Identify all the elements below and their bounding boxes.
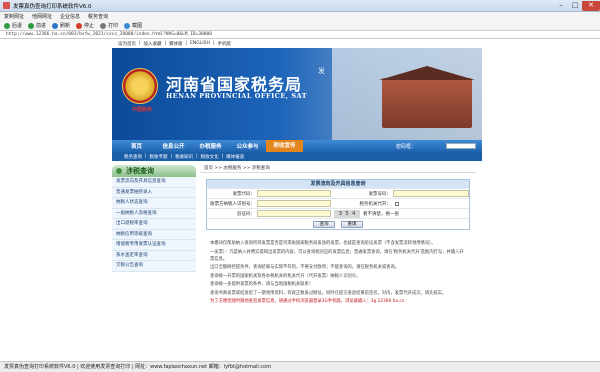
set-homepage-link[interactable]: 设为首页 bbox=[118, 41, 136, 47]
sidebar-item-arrears[interactable]: 欠税公告查询 bbox=[112, 261, 196, 272]
subnav-tax-culture[interactable]: 税收文化 bbox=[201, 154, 219, 160]
stop-button[interactable]: 停止 bbox=[76, 22, 94, 29]
status-bar: 发票真伪查询打印系统软件V6.0 | 欢迎使用发票查询打印 | 网址：www.f… bbox=[0, 361, 600, 372]
separator: | bbox=[212, 41, 215, 46]
top-links: 设为首页 | 加入收藏 | 繁体版 | ENGLISH | 手机版 bbox=[112, 39, 482, 48]
separator: | bbox=[145, 154, 147, 159]
browser-viewport: 设为首页 | 加入收藏 | 繁体版 | ENGLISH | 手机版 中国税务 河… bbox=[0, 39, 600, 361]
emblem-text: 中国税务 bbox=[131, 107, 152, 113]
separator: | bbox=[164, 41, 167, 46]
english-link[interactable]: ENGLISH bbox=[190, 41, 210, 46]
nav-tax-promotion[interactable]: 税收宣传 bbox=[266, 140, 303, 152]
building-image bbox=[382, 78, 472, 128]
invoice-number-label: 发票号码： bbox=[368, 191, 392, 197]
menu-item-tax-query[interactable]: 税务查询 bbox=[88, 13, 108, 20]
separator: | bbox=[139, 41, 141, 46]
menu-item-company-info[interactable]: 企业信息 bbox=[60, 13, 80, 20]
window-title: 发票真伪查询打印系统软件V6.0 bbox=[13, 3, 92, 10]
print-icon bbox=[100, 22, 107, 29]
site-banner: 中国税务 河南省国家税务局 HENAN PROVINCIAL OFFICE, S… bbox=[112, 48, 482, 140]
menu-item-other-url[interactable]: 他网网址 bbox=[32, 13, 52, 20]
sidebar-item-export-rebate[interactable]: 出口退税率查询 bbox=[112, 219, 196, 230]
reset-button[interactable]: 重填 bbox=[341, 220, 363, 228]
address-bar[interactable]: http://www.12366.ha.cn/003/bsfw_2021/cxc… bbox=[0, 31, 600, 39]
sidebar-item-qualification[interactable]: 一般纳税人资格查询 bbox=[112, 208, 196, 219]
note-2: 一发票）：凡是纳入并费实提和出发票的内容，可以查询相对应的发票信息；普通发票查询… bbox=[210, 249, 464, 262]
tax-authority-checkbox[interactable] bbox=[395, 201, 399, 206]
menu-bar: 复制网址 他网网址 企业信息 税务查询 bbox=[0, 12, 600, 21]
breadcrumb: 首页 >> 办税服务 >> 涉税查询 bbox=[200, 165, 476, 173]
note-1: 本模块仅帮助纳入查询所持发票是否是河南省国家税务局发放的发票，也就是查询验证发票… bbox=[210, 241, 436, 246]
app-icon bbox=[3, 2, 10, 9]
captcha-image[interactable]: 3 5 4 bbox=[334, 209, 360, 218]
notes: 本模块仅帮助纳入查询所持发票是否是河南省国家税务局发放的发票，也就是查询验证发票… bbox=[210, 240, 468, 305]
sidebar-title: 涉税查询 bbox=[112, 165, 196, 177]
separator: | bbox=[185, 41, 188, 46]
nav-info-public[interactable]: 信息公开 bbox=[155, 142, 192, 150]
toolbar: 后退 前进 刷新 停止 打印 截图 bbox=[0, 21, 600, 31]
taxpayer-id-label: 收票方纳税人识别号： bbox=[210, 201, 255, 207]
separator: | bbox=[196, 154, 198, 159]
refresh-button[interactable]: 刷新 bbox=[52, 22, 70, 29]
print-button[interactable]: 打印 bbox=[100, 22, 118, 29]
traditional-link[interactable]: 繁体版 bbox=[169, 41, 183, 47]
note-4: 查询统一开票的国家机关及各办税机关的机关代开（代开发票）纳税人识别号。 bbox=[210, 273, 361, 279]
note-mobile-warning: 为了方便您随时随地查验发票信息，请通过手机浏览器登录3G手机版，浏览器输入：3g… bbox=[210, 299, 405, 304]
note-5: 查询统一多提供发票的条件、请与当地国税机关联系！ bbox=[210, 282, 314, 287]
back-button[interactable]: 后退 bbox=[4, 22, 22, 29]
mobile-link[interactable]: 手机版 bbox=[217, 41, 231, 47]
subnav-tax-query[interactable]: 税务查询 bbox=[124, 154, 142, 160]
separator: | bbox=[221, 154, 224, 159]
note-6: 查询书真发票或结查验了一期领用资料，有就正数发过网址，同时在提交查验结果前签名，… bbox=[210, 290, 447, 296]
query-button[interactable]: 查询 bbox=[313, 220, 335, 228]
captcha-refresh-link[interactable]: 看不清楚，换一张 bbox=[363, 211, 399, 217]
note-3: 出口全额网控提条件，查询结果与实际不符的，不要支付款项；不能查询的，请在税务机关… bbox=[210, 265, 400, 270]
subnav-tax-topic[interactable]: 税收专题 bbox=[150, 154, 168, 160]
stop-icon bbox=[76, 22, 83, 29]
invoice-code-label: 发票代码： bbox=[232, 191, 256, 197]
sidebar-item-credit-level[interactable]: 纳税信用等级查询 bbox=[112, 229, 196, 240]
title-bar: 发票真伪查询打印系统软件V6.0 – □ ✕ bbox=[0, 0, 600, 12]
main-content: 首页 >> 办税服务 >> 涉税查询 发票流向及开具信息查询 发票代码： 发票号… bbox=[200, 165, 476, 307]
separator: | bbox=[170, 154, 173, 159]
tax-emblem-icon bbox=[122, 68, 158, 104]
site-subtitle: HENAN PROVINCIAL OFFICE, SAT bbox=[166, 92, 308, 100]
form-title: 发票流向及开具信息查询 bbox=[207, 180, 469, 188]
main-nav: 首页 信息公开 办税服务 公众参与 税收宣传 密码框： bbox=[112, 140, 482, 152]
sub-nav: 税务查询 | 税收专题 | 税收知识 | 税收文化 | 媒体报道 bbox=[112, 152, 482, 161]
invoice-number-input[interactable] bbox=[393, 190, 469, 197]
invoice-code-input[interactable] bbox=[257, 190, 331, 197]
sidebar-item-invoice-flow[interactable]: 发票流向及开具信息查询 bbox=[112, 177, 196, 188]
sidebar-item-vat-auth[interactable]: 增值税专用发票认证查询 bbox=[112, 240, 196, 251]
sidebar-item-lottery[interactable]: 普通发票抽奖录入 bbox=[112, 187, 196, 198]
captcha-input[interactable] bbox=[257, 210, 331, 217]
taxpayer-id-input[interactable] bbox=[257, 200, 331, 207]
query-form: 发票流向及开具信息查询 发票代码： 发票号码： 收票方纳税人识别号： 税务机关代… bbox=[206, 179, 470, 230]
nav-tax-service[interactable]: 办税服务 bbox=[192, 142, 229, 150]
sidebar-item-rate[interactable]: 系水查定率查询 bbox=[112, 250, 196, 261]
close-button[interactable]: ✕ bbox=[582, 0, 600, 11]
sidebar-item-taxpayer-status[interactable]: 纳税人状态查询 bbox=[112, 198, 196, 209]
refresh-icon bbox=[52, 22, 59, 29]
banner-calligraphy: 发 bbox=[318, 67, 325, 75]
add-favorite-link[interactable]: 加入收藏 bbox=[144, 41, 162, 47]
maximize-button[interactable]: □ bbox=[568, 1, 582, 11]
minimize-button[interactable]: – bbox=[554, 1, 568, 11]
screenshot-icon bbox=[124, 22, 131, 29]
tax-authority-label: 税务机关代开： bbox=[359, 201, 392, 207]
forward-icon bbox=[28, 22, 35, 29]
login-label: 密码框： bbox=[395, 143, 416, 150]
subnav-media[interactable]: 媒体报道 bbox=[226, 154, 244, 160]
sidebar: 涉税查询 发票流向及开具信息查询 普通发票抽奖录入 纳税人状态查询 一般纳税人资… bbox=[112, 165, 196, 272]
web-page: 设为首页 | 加入收藏 | 繁体版 | ENGLISH | 手机版 中国税务 河… bbox=[112, 39, 482, 361]
captcha-label: 验证码： bbox=[237, 211, 255, 217]
menu-item-copy-url[interactable]: 复制网址 bbox=[4, 13, 24, 20]
login-input[interactable] bbox=[446, 143, 476, 149]
subnav-tax-knowledge[interactable]: 税收知识 bbox=[175, 154, 193, 160]
back-icon bbox=[4, 22, 10, 29]
nav-public-participation[interactable]: 公众参与 bbox=[229, 142, 266, 150]
forward-button[interactable]: 前进 bbox=[28, 22, 46, 29]
screenshot-button[interactable]: 截图 bbox=[124, 22, 142, 29]
nav-home[interactable]: 首页 bbox=[118, 142, 155, 150]
